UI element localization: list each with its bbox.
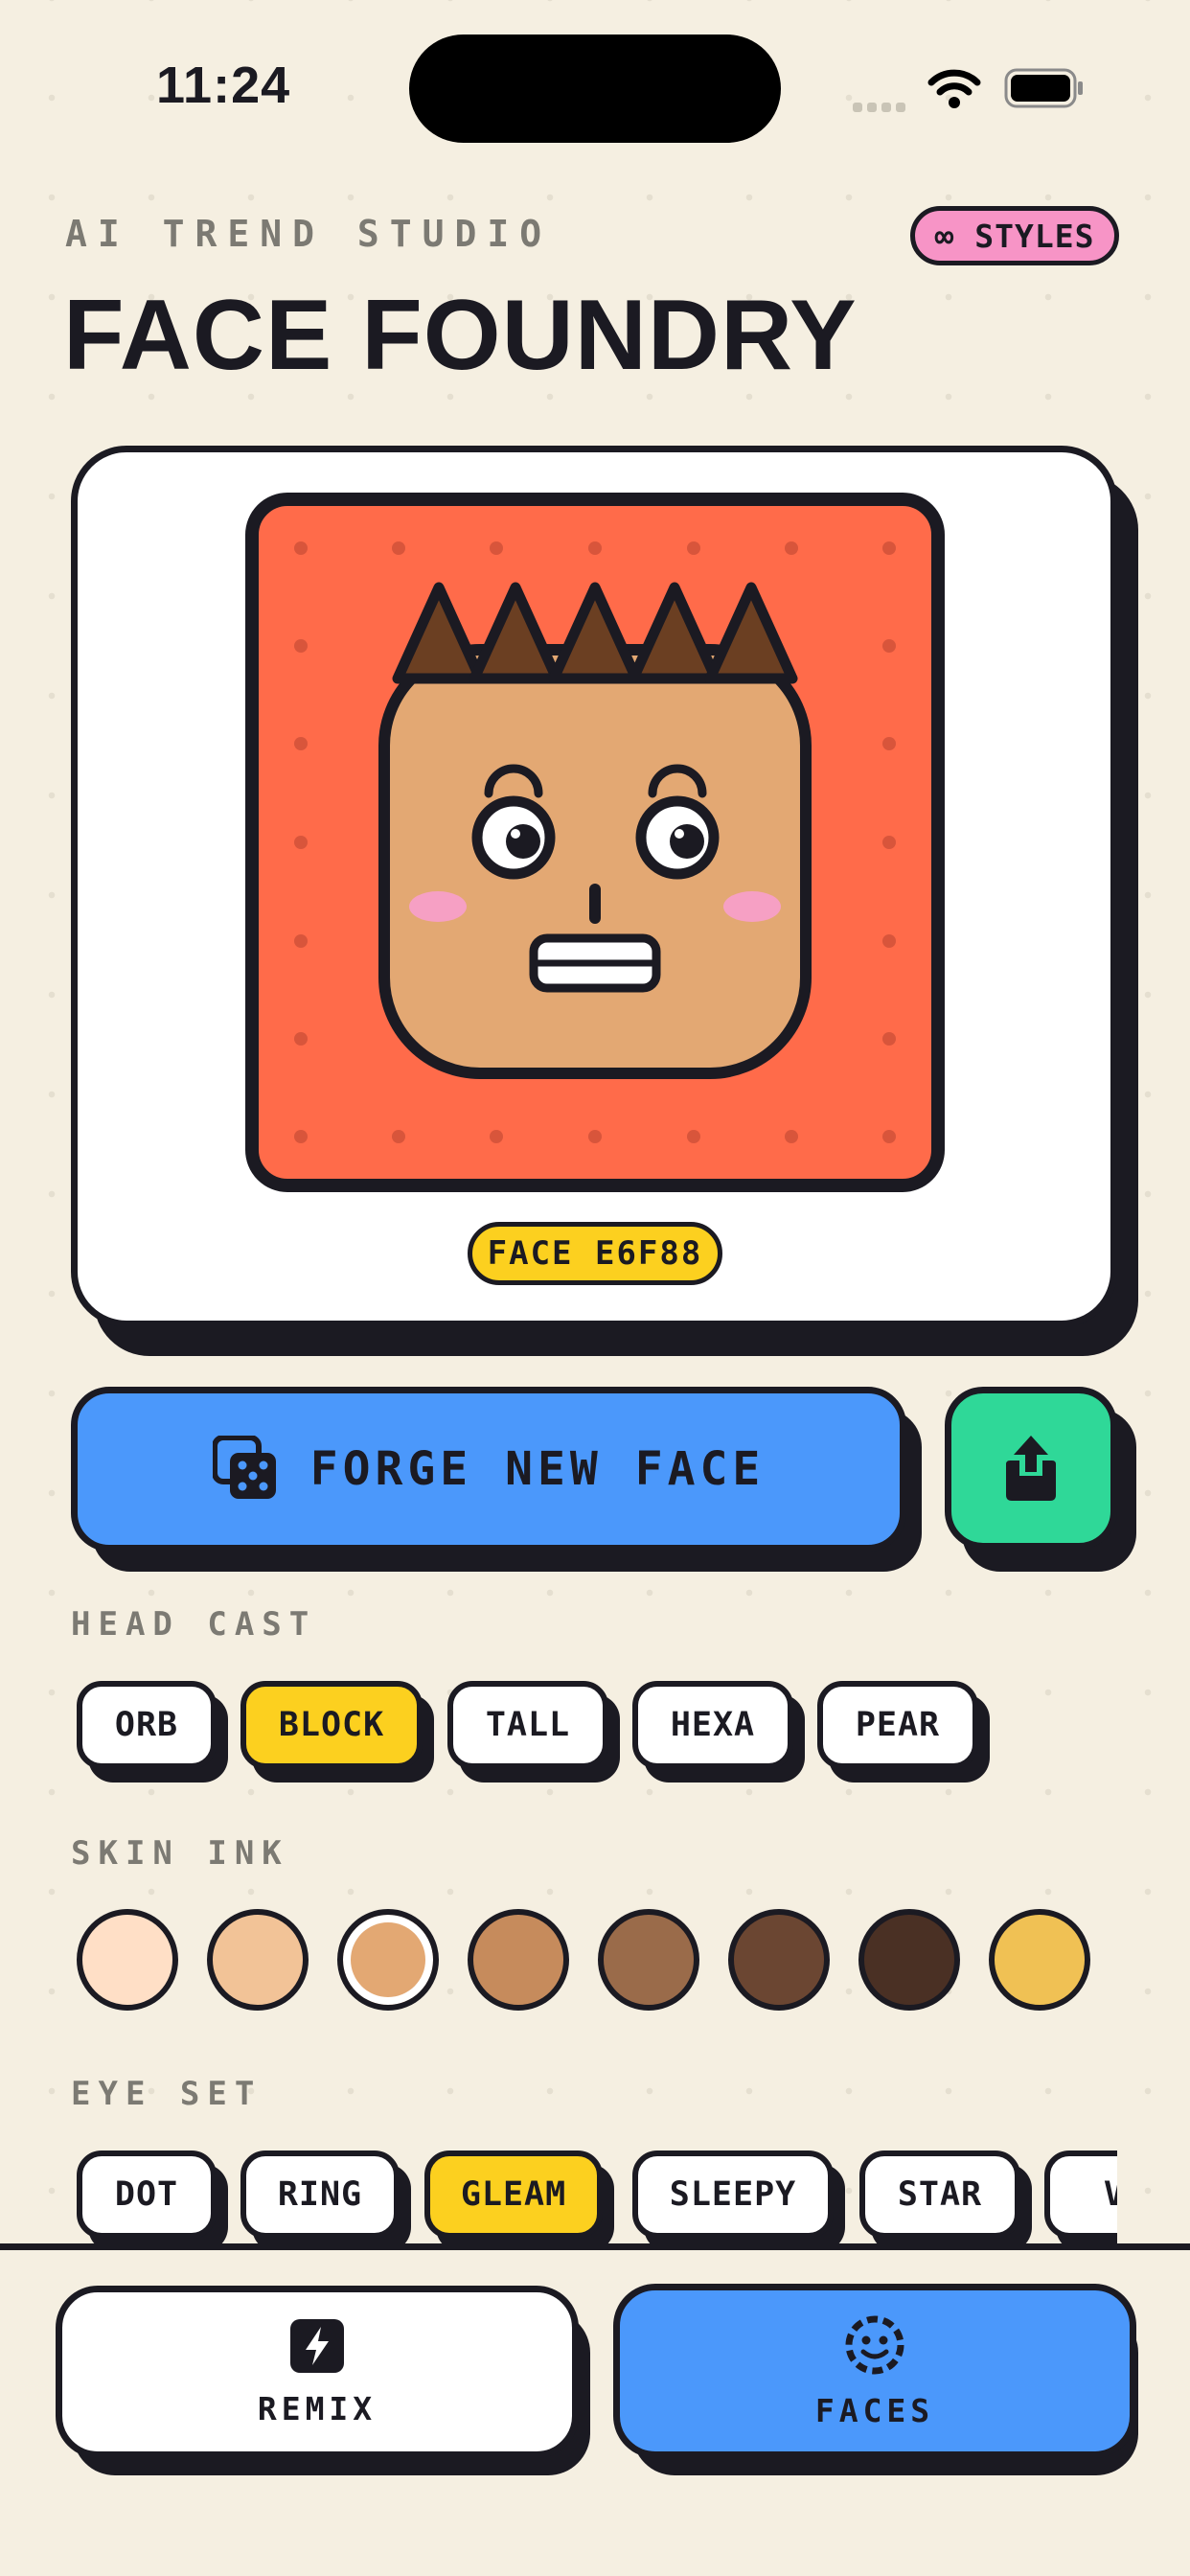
eye-set-option-star[interactable]: STAR [859, 2150, 1032, 2250]
status-time: 11:24 [156, 57, 291, 114]
dice-icon [212, 1436, 276, 1499]
head-cast-option-tall[interactable]: TALL [447, 1681, 620, 1782]
eye-set-option-vi[interactable]: VI [1044, 2150, 1117, 2250]
eye-set-chip: GLEAM [424, 2150, 603, 2239]
eye-set-option-gleam[interactable]: GLEAM [424, 2150, 614, 2250]
head-cast-chip: PEAR [817, 1681, 978, 1769]
battery-icon [1004, 68, 1083, 108]
forge-new-face-button[interactable]: FORGE NEW FACE [71, 1387, 906, 1552]
head-cast-option-pear[interactable]: PEAR [817, 1681, 990, 1782]
head-cast-label: HEAD CAST [71, 1605, 317, 1644]
page-title: FACE FOUNDRY [63, 280, 858, 391]
share-button[interactable] [945, 1387, 1117, 1550]
head-cast-option-hexa[interactable]: HEXA [632, 1681, 805, 1782]
tab-remix-label: REMIX [257, 2389, 378, 2427]
tab-bar-divider [0, 2243, 1190, 2250]
eye-set-label: EYE SET [71, 2075, 263, 2113]
eye-set-option-dot[interactable]: DOT [77, 2150, 228, 2250]
face-id-badge: FACE E6F88 [468, 1222, 722, 1285]
tab-faces[interactable]: FACES [613, 2284, 1136, 2458]
signal-icon [853, 98, 912, 112]
forge-label: FORGE NEW FACE [309, 1442, 766, 1496]
head-cast-option-orb[interactable]: ORB [77, 1681, 228, 1782]
face-illustration [294, 541, 896, 1143]
skin-swatch[interactable] [598, 1909, 699, 2011]
head-cast-chip: HEXA [632, 1681, 793, 1769]
tab-remix[interactable]: REMIX [56, 2286, 579, 2458]
app-eyebrow: AI TREND STUDIO [65, 213, 553, 255]
wifi-icon [927, 69, 981, 108]
head-cast-option-block[interactable]: BLOCK [240, 1681, 434, 1782]
dynamic-island [409, 34, 781, 143]
skin-swatch[interactable] [858, 1909, 960, 2011]
skin-swatch[interactable] [337, 1909, 439, 2011]
eye-set-chip: DOT [77, 2150, 217, 2239]
eye-set-chip: VI [1044, 2150, 1117, 2239]
eye-set-chip: RING [240, 2150, 400, 2239]
share-icon [1006, 1436, 1056, 1501]
head-cast-chip: BLOCK [240, 1681, 423, 1769]
eye-set-chip: STAR [859, 2150, 1020, 2239]
skin-swatch[interactable] [468, 1909, 569, 2011]
eye-set-chip: SLEEPY [632, 2150, 834, 2239]
eye-set-option-ring[interactable]: RING [240, 2150, 411, 2250]
eye-set-scroller[interactable]: DOT RING GLEAM SLEEPY STAR VI [0, 2137, 1117, 2250]
face-portrait[interactable] [245, 493, 945, 1192]
eye-set-option-sleepy[interactable]: SLEEPY [632, 2150, 845, 2250]
bolt-icon [290, 2318, 344, 2373]
head-cast-chip: TALL [447, 1681, 608, 1769]
skin-swatch[interactable] [77, 1909, 178, 2011]
styles-badge[interactable]: ∞ STYLES [910, 206, 1119, 265]
tab-faces-label: FACES [814, 2391, 935, 2429]
skin-ink-label: SKIN INK [71, 1834, 289, 1873]
skin-swatch[interactable] [989, 1909, 1090, 2011]
skin-swatch[interactable] [728, 1909, 830, 2011]
head-cast-chip: ORB [77, 1681, 217, 1769]
face-icon [845, 2315, 904, 2374]
skin-swatch[interactable] [207, 1909, 309, 2011]
